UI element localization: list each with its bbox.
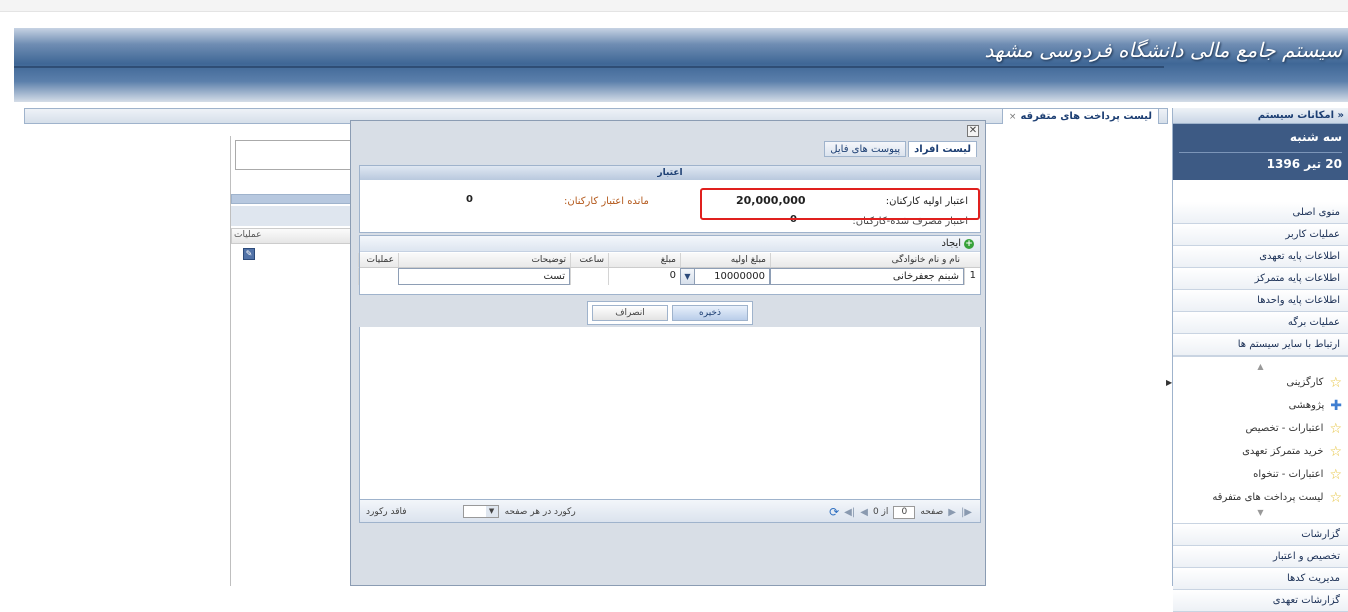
edit-icon[interactable]: ✎ (243, 248, 255, 260)
sidebar-item-code-management[interactable]: مدیریت کدها (1173, 568, 1348, 590)
sidebar-item-allocation-credit[interactable]: تخصیص و اعتبار (1173, 546, 1348, 568)
app-title: سیستم جامع مالی دانشگاه فردوسی مشهد (984, 38, 1343, 62)
sidebar-item-commitment-base[interactable]: اطلاعات پایه تعهدی (1173, 246, 1348, 268)
sidebar-item-main-menu[interactable]: منوی اصلی (1173, 202, 1348, 224)
persons-grid: + ایجاد نام و نام خانوادگی مبلغ اولیه مب… (358, 235, 981, 295)
remaining-credit-value: 0 (466, 194, 473, 205)
favorites-list: ▲ ☆ کارگزینی ✚ پژوهشی ☆ اعتبارات - تخصیص ☆ خ… (1173, 356, 1348, 524)
banner-divider (14, 66, 1164, 68)
panel-title-bar (231, 194, 366, 204)
remaining-credit-label: مانده اعتبار کارکنان: (564, 196, 649, 207)
col-amount[interactable]: مبلغ (608, 253, 680, 267)
current-date: 20 تیر 1396 (1179, 152, 1342, 171)
person-list-dialog: ✕ لیست افراد پیوست های فایل اعتبار اعتبا… (350, 120, 986, 586)
tab-person-list[interactable]: لیست افراد (908, 141, 977, 157)
star-icon: ☆ (1329, 443, 1342, 460)
plus-icon: ✚ (1330, 397, 1342, 414)
tab-misc-payments[interactable]: لیست پرداخت های متفرقه × (1001, 108, 1159, 124)
sidebar-header[interactable]: « امکانات سیستم (1173, 108, 1348, 124)
star-icon: ☆ (1329, 420, 1342, 437)
page-label: صفحه (920, 507, 944, 517)
hour-cell[interactable] (570, 268, 608, 285)
tab-close-icon[interactable]: × (1009, 110, 1017, 124)
grid-body-area (359, 327, 981, 499)
col-description[interactable]: توضیحات (398, 253, 570, 267)
col-name[interactable]: نام و نام خانوادگی (770, 253, 964, 267)
page-of-label: از 0 (872, 507, 889, 517)
dialog-tabs: لیست افراد پیوست های فایل (824, 141, 977, 157)
chevron-down-icon[interactable]: ▼ (681, 269, 695, 284)
sidebar-item-unit-base[interactable]: اطلاعات پایه واحدها (1173, 290, 1348, 312)
star-icon: ☆ (1329, 489, 1342, 506)
menu-bottom: گزارشات تخصیص و اعتبار مدیریت کدها گزارش… (1173, 524, 1348, 612)
weekday: سه شنبه (1289, 130, 1342, 144)
panel-toolbar (231, 206, 366, 226)
sidebar-collapse-icon[interactable]: ▶ (1166, 378, 1172, 387)
per-page-select[interactable]: ▼ (462, 505, 499, 518)
add-button[interactable]: ایجاد (941, 236, 961, 252)
refresh-icon[interactable]: ⟳ (829, 505, 839, 519)
cancel-button[interactable]: انصراف (592, 305, 668, 321)
sidebar-item-user-ops[interactable]: عملیات کاربر (1173, 224, 1348, 246)
row-edit-buttons: انصراف ذخیره (587, 301, 753, 325)
sidebar-item-other-systems[interactable]: ارتباط با سایر سیستم ها (1173, 334, 1348, 356)
save-button[interactable]: ذخیره (672, 305, 748, 321)
star-icon: ☆ (1329, 466, 1342, 483)
sidebar-item-sheet-ops[interactable]: عملیات برگه (1173, 312, 1348, 334)
description-input[interactable]: تست (398, 268, 570, 285)
fav-item-allocation[interactable]: ☆ اعتبارات - تخصیص (1173, 417, 1348, 440)
prev-page-icon[interactable]: ◀ (860, 507, 868, 518)
name-input[interactable]: شبنم جعفرخانی (770, 268, 964, 285)
no-record-label: فاقد رکورد (366, 506, 407, 517)
amount-cell[interactable]: 0 (608, 268, 680, 285)
scroll-up-icon[interactable]: ▲ (1173, 363, 1348, 371)
grid-header: نام و نام خانوادگی مبلغ اولیه مبلغ ساعت … (358, 253, 980, 268)
first-page-icon[interactable]: |◀ (844, 507, 855, 518)
background-list-panel: عملیات ✎ (230, 136, 366, 586)
initial-amount-select[interactable]: 10000000 ▼ (680, 268, 770, 285)
credit-title: اعتبار (360, 166, 980, 180)
col-hour[interactable]: ساعت (570, 253, 608, 267)
close-icon[interactable]: ✕ (967, 125, 979, 137)
highlight-box (700, 188, 980, 220)
per-page-label: رکورد در هر صفحه (504, 506, 576, 517)
tab-label: لیست پرداخت های متفرقه (1020, 110, 1152, 122)
fav-item-personnel[interactable]: ☆ کارگزینی (1173, 371, 1348, 394)
page-number-input[interactable]: 0 (893, 505, 916, 519)
menu-top: منوی اصلی عملیات کاربر اطلاعات پایه تعهد… (1173, 202, 1348, 356)
chevron-down-icon[interactable]: ▼ (485, 506, 498, 517)
sidebar: « امکانات سیستم سه شنبه 20 تیر 1396 منوی… (1172, 108, 1348, 612)
collapse-chevron-icon[interactable]: « (1338, 110, 1344, 121)
browser-top-strip (0, 0, 1348, 12)
fav-item-petty-cash[interactable]: ☆ اعتبارات - تنخواه (1173, 463, 1348, 486)
sidebar-header-label: امکانات سیستم (1257, 110, 1335, 121)
star-icon: ☆ (1329, 374, 1342, 391)
operations-column-header: عملیات (231, 228, 366, 244)
table-row[interactable]: 1 شبنم جعفرخانی 10000000 ▼ 0 تست (358, 268, 980, 285)
search-input[interactable] (235, 140, 363, 170)
row-index: 1 (964, 268, 980, 285)
col-initial-amount[interactable]: مبلغ اولیه (680, 253, 770, 267)
last-page-icon[interactable]: ▶| (961, 507, 972, 518)
grid-toolbar: + ایجاد (360, 236, 980, 252)
sidebar-item-central-base[interactable]: اطلاعات پایه متمرکز (1173, 268, 1348, 290)
pager-controls: ▶| ▶ صفحه 0 از 0 ◀ |◀ ⟳ (829, 505, 972, 519)
col-operations[interactable]: عملیات (358, 253, 398, 267)
fav-item-central-purchase[interactable]: ☆ خرید متمرکز تعهدی (1173, 440, 1348, 463)
fav-item-misc-payments[interactable]: ☆ لیست پرداخت های متفرقه (1173, 486, 1348, 509)
fav-item-research[interactable]: ✚ پژوهشی (1173, 394, 1348, 417)
scroll-down-icon[interactable]: ▼ (1173, 509, 1348, 517)
pager-info: رکورد در هر صفحه ▼ فاقد رکورد (366, 505, 576, 518)
sidebar-item-reports[interactable]: گزارشات (1173, 524, 1348, 546)
pagination-bar: ▶| ▶ صفحه 0 از 0 ◀ |◀ ⟳ رکورد در هر صفحه… (359, 499, 981, 523)
credit-panel: اعتبار اعتبار اولیه کارکنان: 20,000,000 … (359, 165, 981, 233)
add-icon[interactable]: + (964, 238, 974, 249)
next-page-icon[interactable]: ▶ (948, 507, 956, 518)
operations-cell (358, 268, 398, 285)
sidebar-item-commitment-reports[interactable]: گزارشات تعهدی (1173, 590, 1348, 612)
date-box: سه شنبه 20 تیر 1396 (1173, 124, 1348, 180)
tab-file-attachments[interactable]: پیوست های فایل (824, 141, 907, 157)
